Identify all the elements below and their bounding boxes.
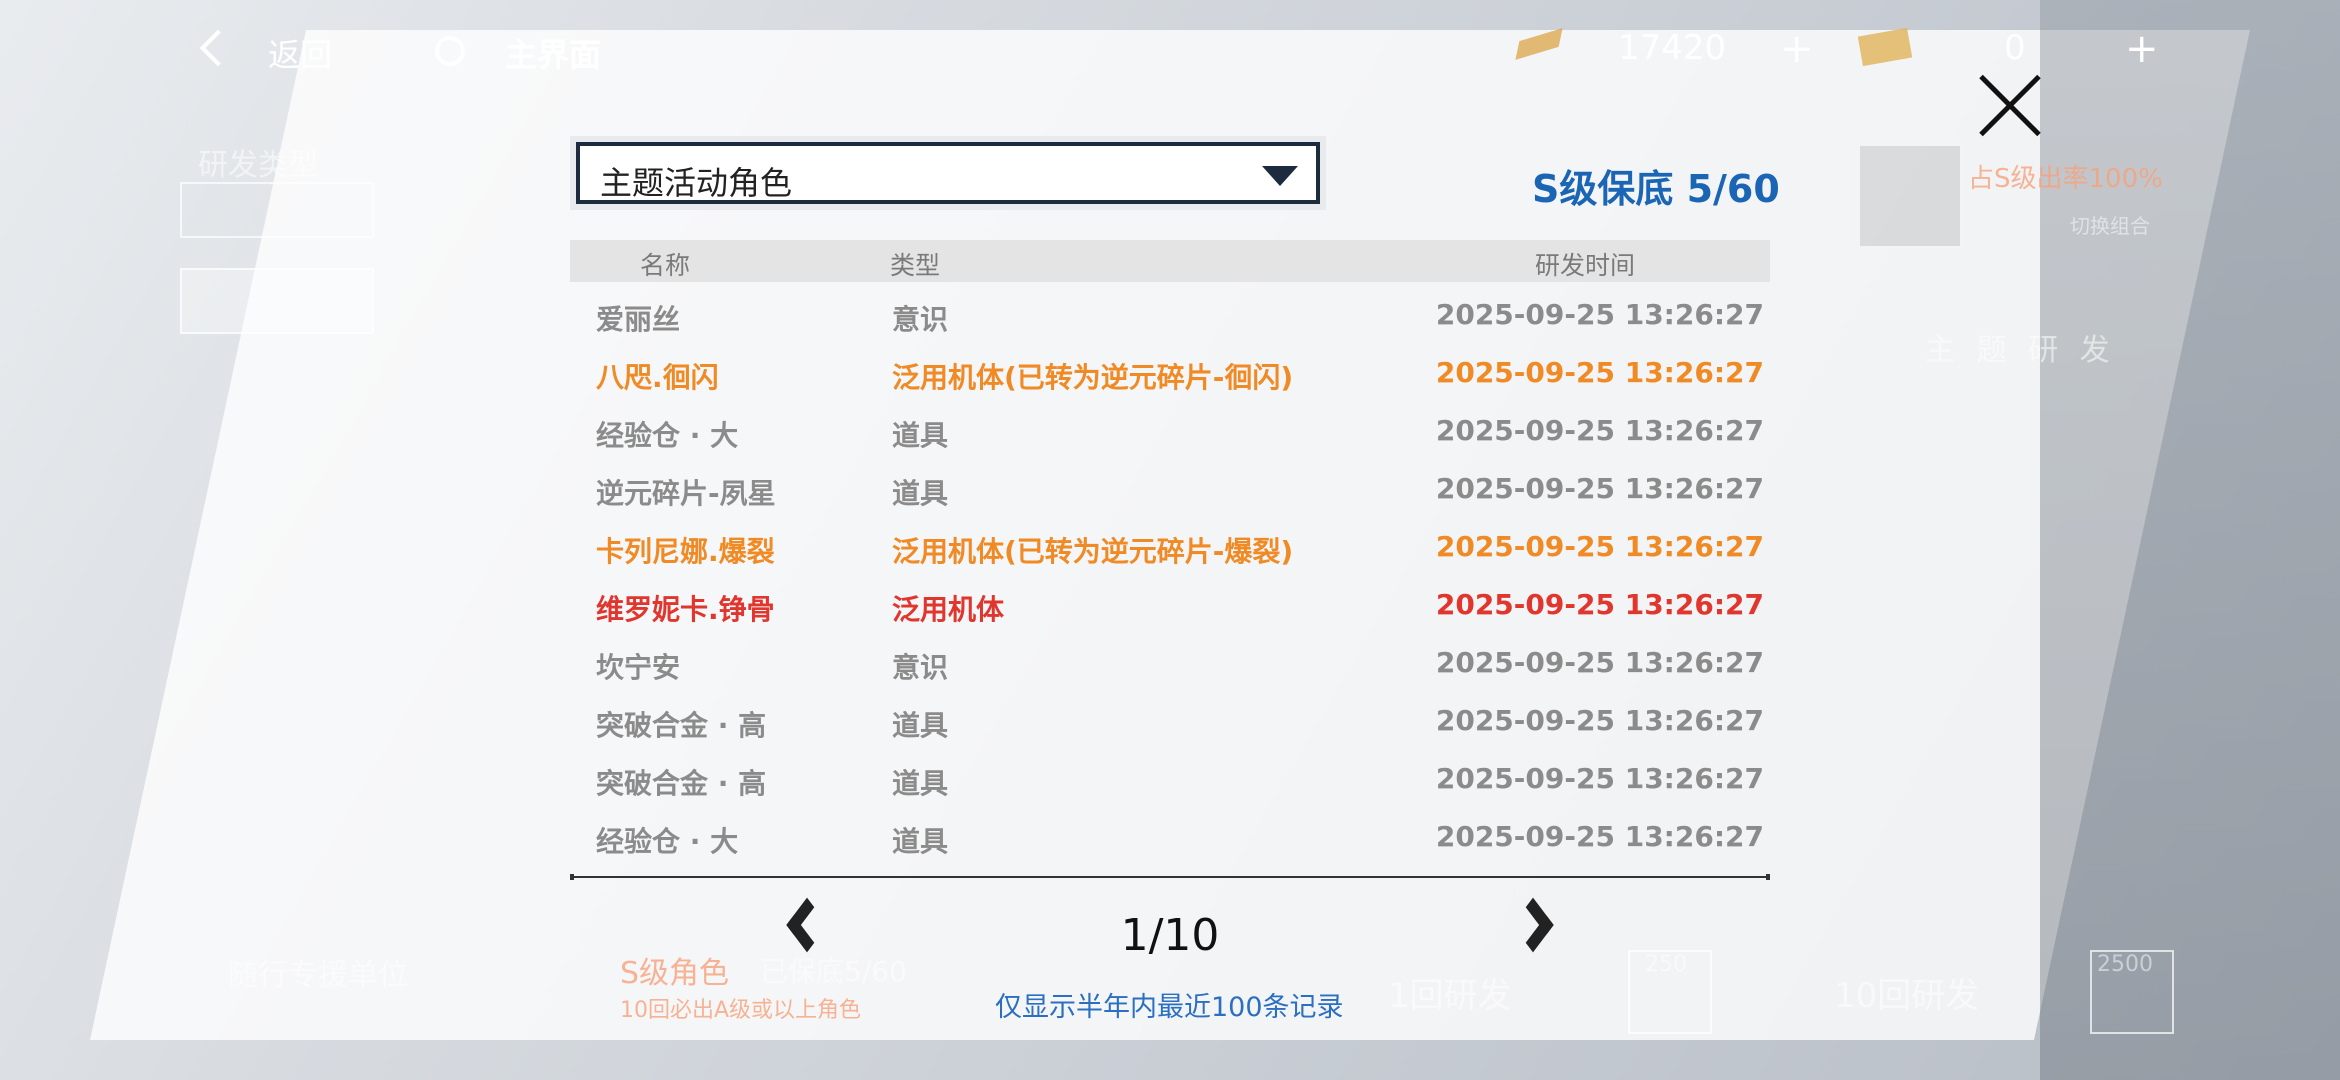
theme-research-label: 主 题 研 发	[1925, 333, 2116, 368]
row-name: 逆元碎片-夙星	[596, 477, 776, 510]
ten-pull-cost: 2500	[2097, 952, 2153, 977]
currency-value: 17420	[1618, 28, 1727, 68]
switch-combo-button[interactable]: 切换组合	[2070, 210, 2150, 239]
row-name: 突破合金 · 高	[596, 709, 767, 742]
table-row: 突破合金 · 高 道具 2025-09-25 13:26:27	[570, 750, 1770, 808]
history-table: 名称 类型 研发时间 爱丽丝 意识 2025-09-25 13:26:27 八咫…	[570, 240, 1770, 866]
close-icon[interactable]	[1975, 70, 2045, 140]
s-role-label: S级角色	[620, 956, 730, 991]
table-row: 突破合金 · 高 道具 2025-09-25 13:26:27	[570, 692, 1770, 750]
row-type: 意识	[892, 651, 949, 684]
single-pull-button[interactable]: 1回研发	[1388, 968, 1512, 1017]
single-pull-cost: 250	[1645, 952, 1687, 977]
row-name: 卡列尼娜.爆裂	[596, 535, 775, 568]
back-arrow-icon[interactable]	[199, 29, 237, 67]
rd-type-select	[180, 182, 374, 238]
row-type: 泛用机体	[892, 593, 1005, 626]
pool-dropdown[interactable]: 主题活动角色	[576, 142, 1320, 204]
home-button[interactable]: 主界面	[505, 30, 601, 76]
header-type: 类型	[890, 251, 941, 280]
ten-pull-hint: 10回必出A级或以上角色	[620, 998, 862, 1023]
ten-pull-button[interactable]: 10回研发	[1834, 968, 1979, 1017]
row-type: 道具	[892, 767, 949, 800]
chevron-right-icon[interactable]	[1512, 897, 1554, 953]
row-type: 道具	[892, 419, 949, 452]
character-avatar	[1858, 144, 1962, 248]
page-indicator: 1/10	[1120, 910, 1220, 961]
row-name: 维罗妮卡.铮骨	[596, 593, 775, 626]
table-row: 卡列尼娜.爆裂 泛用机体(已转为逆元碎片-爆裂) 2025-09-25 13:2…	[570, 518, 1770, 576]
ticket-icon	[1857, 27, 1913, 67]
pool-dropdown-value: 主题活动角色	[600, 164, 793, 202]
row-type: 道具	[892, 477, 949, 510]
row-time: 2025-09-25 13:26:27	[1435, 588, 1764, 621]
row-time: 2025-09-25 13:26:27	[1435, 356, 1764, 389]
currency-icon	[1515, 28, 1563, 60]
table-row: 八咫.徊闪 泛用机体(已转为逆元碎片-徊闪) 2025-09-25 13:26:…	[570, 344, 1770, 402]
table-row: 爱丽丝 意识 2025-09-25 13:26:27	[570, 286, 1770, 344]
home-icon[interactable]	[435, 36, 465, 66]
pity-counter: S级保底 5/60	[1532, 167, 1780, 211]
rd-type-label: 研发类型	[198, 148, 318, 183]
ticket-value: 0	[2004, 28, 2026, 68]
row-time: 2025-09-25 13:26:27	[1435, 530, 1764, 563]
row-time: 2025-09-25 13:26:27	[1435, 298, 1764, 331]
row-time: 2025-09-25 13:26:27	[1435, 762, 1764, 795]
add-ticket-button[interactable]: +	[2125, 26, 2159, 72]
theme-tab	[180, 268, 374, 334]
row-type: 道具	[892, 825, 949, 858]
row-name: 坎宁安	[596, 651, 681, 684]
records-note: 仅显示半年内最近100条记录	[995, 992, 1344, 1023]
support-unit-label: 随行专援单位	[228, 958, 408, 993]
row-name: 八咫.徊闪	[596, 361, 719, 394]
row-name: 经验仓 · 大	[596, 419, 739, 452]
prev-page-button[interactable]	[770, 892, 830, 972]
row-time: 2025-09-25 13:26:27	[1435, 646, 1764, 679]
row-name: 经验仓 · 大	[596, 825, 739, 858]
row-name: 突破合金 · 高	[596, 767, 767, 800]
row-time: 2025-09-25 13:26:27	[1435, 472, 1764, 505]
row-type: 意识	[892, 303, 949, 336]
row-time: 2025-09-25 13:26:27	[1435, 820, 1764, 853]
table-row: 逆元碎片-夙星 道具 2025-09-25 13:26:27	[570, 460, 1770, 518]
header-name: 名称	[640, 251, 691, 280]
table-row: 经验仓 · 大 道具 2025-09-25 13:26:27	[570, 402, 1770, 460]
s-rate-text: 占S级出率100%	[1968, 164, 2163, 194]
back-button[interactable]: 返回	[268, 30, 332, 76]
add-currency-button[interactable]: +	[1780, 26, 1814, 72]
row-type: 道具	[892, 709, 949, 742]
row-type: 泛用机体(已转为逆元碎片-爆裂)	[892, 535, 1294, 568]
row-time: 2025-09-25 13:26:27	[1435, 704, 1764, 737]
table-row: 坎宁安 意识 2025-09-25 13:26:27	[570, 634, 1770, 692]
table-bottom-rule	[570, 874, 1770, 880]
row-type: 泛用机体(已转为逆元碎片-徊闪)	[892, 361, 1294, 394]
dropdown-arrow-icon[interactable]	[1262, 166, 1298, 186]
row-time: 2025-09-25 13:26:27	[1435, 414, 1764, 447]
row-name: 爱丽丝	[596, 303, 681, 336]
next-page-button[interactable]	[1510, 892, 1570, 972]
chevron-left-icon[interactable]	[786, 897, 828, 953]
header-time: 研发时间	[1534, 251, 1635, 280]
table-row: 维罗妮卡.铮骨 泛用机体 2025-09-25 13:26:27	[570, 576, 1770, 634]
table-header: 名称 类型 研发时间	[570, 240, 1770, 282]
table-row: 经验仓 · 大 道具 2025-09-25 13:26:27	[570, 808, 1770, 866]
